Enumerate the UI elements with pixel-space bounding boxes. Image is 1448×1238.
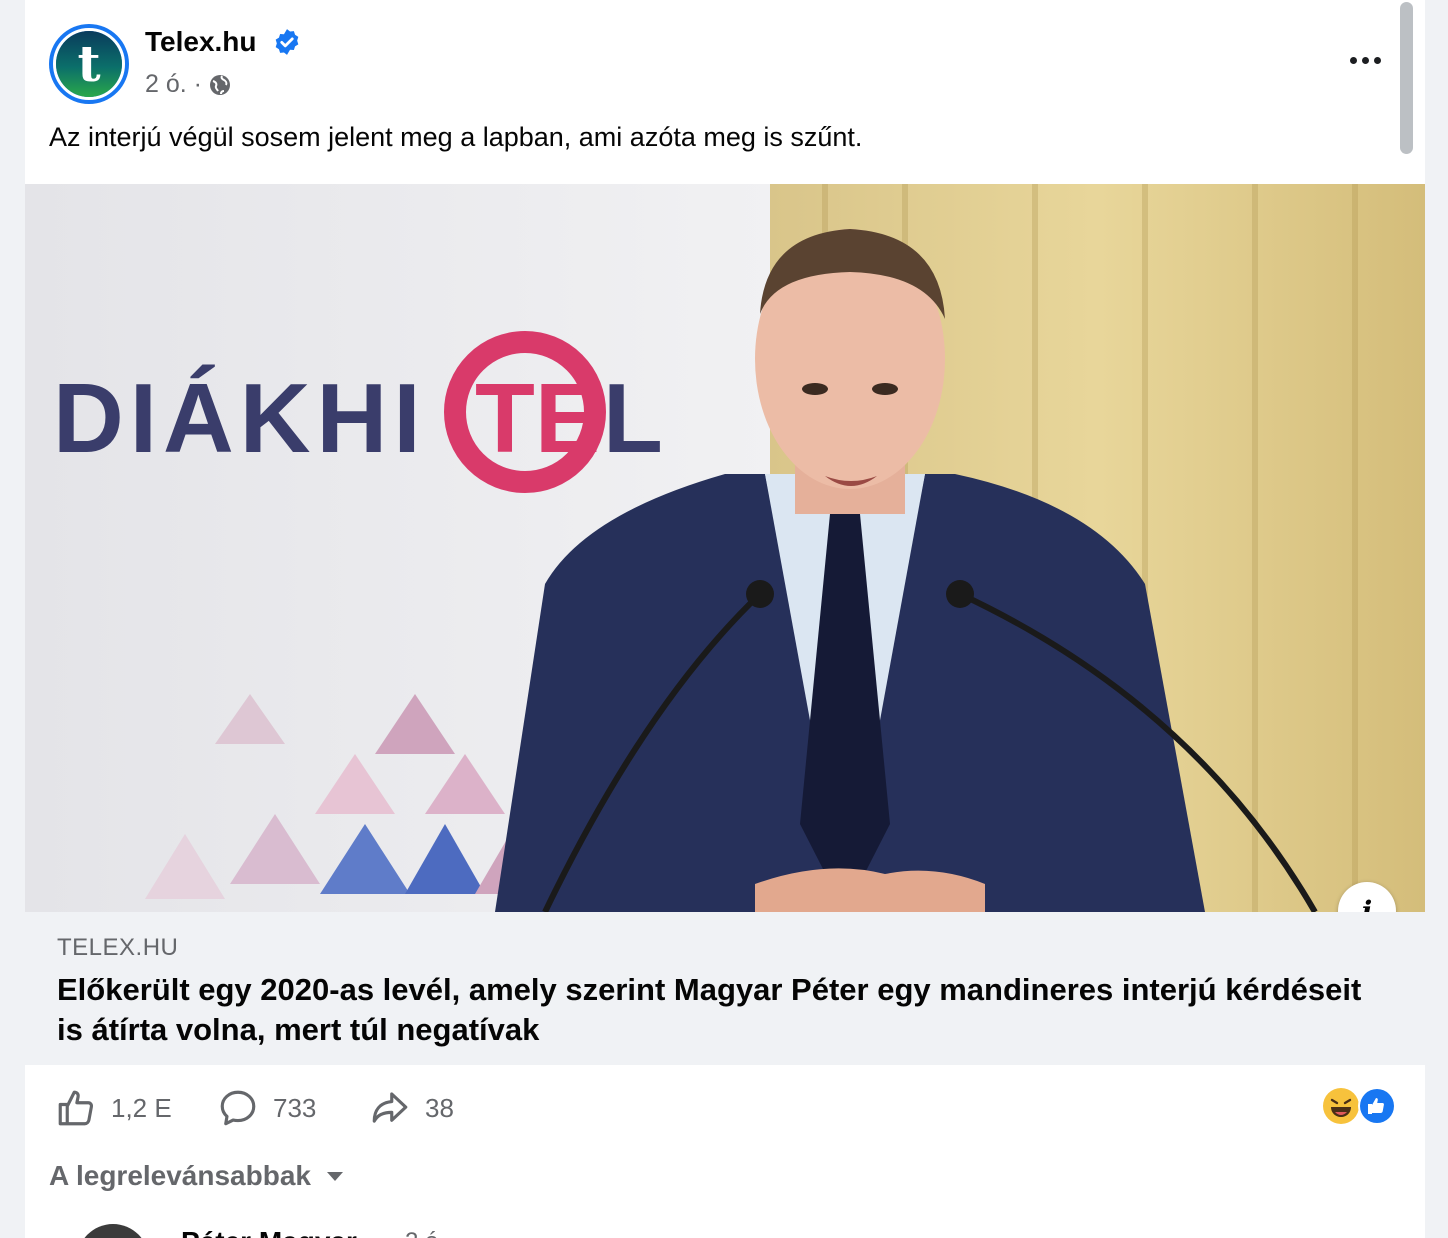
more-options-button[interactable] <box>1339 40 1391 80</box>
reaction-summary[interactable] <box>1321 1086 1397 1126</box>
link-image[interactable]: DIÁKHI TE L <box>25 184 1425 912</box>
svg-text:t: t <box>77 34 100 93</box>
post-header: t Telex.hu 2 ó. · <box>25 0 1425 110</box>
sort-label: A legrelevánsabbak <box>49 1160 311 1191</box>
link-preview[interactable]: TELEX.HU Előkerült egy 2020-as levél, am… <box>25 912 1425 1065</box>
post-text: Az interjú végül sosem jelent meg a lapb… <box>49 122 863 152</box>
caret-down-icon <box>326 1172 343 1181</box>
comment-count: 733 <box>273 1092 317 1123</box>
verified-badge-icon <box>275 29 299 55</box>
banner-text-end: L <box>603 363 663 473</box>
commenter-avatar[interactable] <box>77 1224 149 1238</box>
globe-icon <box>209 74 230 95</box>
first-comment: Péter Magyar 2 ó. <box>49 1218 549 1238</box>
link-title[interactable]: Előkerült egy 2020-as levél, amely szeri… <box>57 970 1377 1050</box>
haha-reaction-icon <box>1323 1088 1359 1124</box>
dot-icon <box>1349 56 1357 64</box>
action-bar: 1,2 E 733 38 <box>25 1070 1425 1144</box>
like-button[interactable]: 1,2 E <box>55 1086 172 1130</box>
post-meta: 2 ó. · <box>145 70 232 99</box>
post-card: t Telex.hu 2 ó. · Az interjú végül sosem… <box>25 0 1425 1238</box>
dot-icon <box>1361 56 1369 64</box>
comment-sort-dropdown[interactable]: A legrelevánsabbak <box>49 1160 345 1192</box>
dot-icon <box>1373 56 1381 64</box>
comment-button[interactable]: 733 <box>217 1086 316 1130</box>
share-count: 38 <box>425 1092 454 1123</box>
thumbs-up-icon <box>58 1090 94 1126</box>
banner-text-ring: TE <box>475 363 600 473</box>
link-photo: DIÁKHI TE L <box>25 184 1425 912</box>
page-avatar[interactable]: t <box>49 24 129 104</box>
scrollbar-thumb[interactable] <box>1400 2 1413 154</box>
telex-logo-icon: t <box>56 31 122 97</box>
post-time[interactable]: 2 ó. · <box>145 70 202 99</box>
like-count: 1,2 E <box>111 1092 172 1123</box>
page-name[interactable]: Telex.hu <box>145 26 257 58</box>
comment-time[interactable]: 2 ó. <box>405 1228 445 1238</box>
commenter-name[interactable]: Péter Magyar <box>181 1226 357 1238</box>
share-button[interactable]: 38 <box>369 1086 454 1130</box>
banner-text: DIÁKHI <box>53 363 427 473</box>
share-icon <box>372 1092 408 1123</box>
scrollbar[interactable] <box>1398 0 1416 160</box>
like-reaction-icon <box>1358 1087 1396 1125</box>
comment-icon <box>220 1090 256 1126</box>
link-domain: TELEX.HU <box>57 934 179 961</box>
